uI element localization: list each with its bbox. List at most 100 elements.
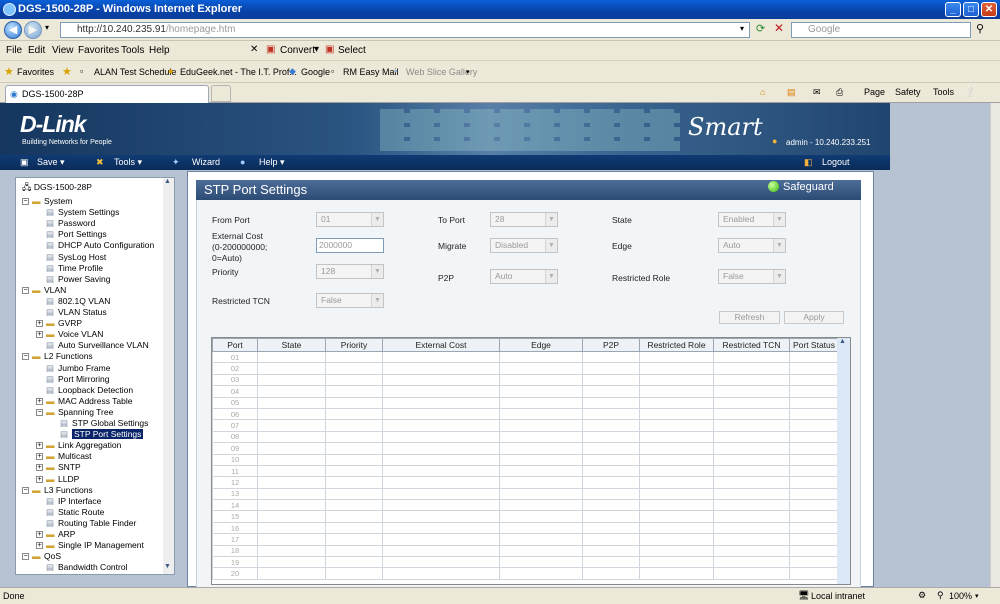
close-window-button[interactable]: ✕ (981, 2, 997, 17)
print-icon[interactable]: ⎙ (836, 87, 843, 98)
tree-item[interactable]: VLAN Status (58, 307, 107, 317)
collapse-icon[interactable]: − (22, 198, 29, 205)
tree-item[interactable]: Static Route (58, 507, 104, 517)
tree-item[interactable]: Port Mirroring (58, 374, 109, 384)
tree-item[interactable]: Power Saving (58, 274, 110, 284)
expand-icon[interactable]: + (36, 542, 43, 550)
external-cost-input[interactable]: 2000000 (316, 238, 384, 253)
select-button[interactable]: Select (338, 45, 366, 56)
tree-item[interactable]: L2 Functions (44, 351, 93, 361)
tree-item[interactable]: QoS (44, 551, 61, 561)
p2p-select[interactable]: Auto ▼ (490, 269, 558, 284)
tree-item[interactable]: Spanning Tree (58, 407, 113, 417)
logout-button[interactable]: Logout (822, 157, 850, 167)
add-favorite-icon[interactable]: ★ (62, 65, 72, 78)
tree-root[interactable]: 🖧 DGS-1500-28P (22, 182, 92, 196)
wizard-button[interactable]: Wizard (192, 157, 220, 167)
web-slice-dropdown-icon[interactable]: ▾ (466, 68, 470, 76)
address-input[interactable]: http://10.240.235.91/homepage.htm (60, 22, 750, 38)
close-toolbar-icon[interactable]: ✕ (250, 44, 258, 55)
help-icon[interactable]: ❔ (964, 87, 975, 98)
tree-item[interactable]: SNTP (58, 462, 81, 472)
tree-item[interactable]: Loopback Detection (58, 385, 133, 395)
read-mail-icon[interactable]: ✉ (813, 87, 821, 98)
safety-menu[interactable]: Safety (895, 87, 921, 97)
tree-item[interactable]: MAC Address Table (58, 396, 133, 406)
protected-mode-icon[interactable]: ⚙ (918, 590, 926, 601)
tree-item[interactable]: System (44, 196, 72, 206)
expand-icon[interactable]: + (36, 531, 43, 538)
home-icon[interactable]: ⌂ (760, 87, 765, 97)
tools-app-menu[interactable]: Tools ▾ (114, 157, 142, 168)
apply-button[interactable]: Apply (784, 311, 844, 324)
tree-item[interactable]: Port Settings (58, 229, 107, 239)
tools-menu[interactable]: Tools (933, 87, 954, 97)
favorite-link-3[interactable]: Google (301, 67, 330, 77)
tree-item[interactable]: Jumbo Frame (58, 363, 110, 373)
migrate-select[interactable]: Disabled ▼ (490, 238, 558, 253)
tree-item[interactable]: ARP (58, 529, 75, 539)
menu-favorites[interactable]: Favorites (78, 45, 119, 56)
menu-help[interactable]: Help (149, 45, 170, 56)
menu-view[interactable]: View (52, 45, 74, 56)
new-tab-button[interactable] (211, 85, 231, 102)
table-scrollbar[interactable]: ▲ (837, 338, 850, 584)
tree-item[interactable]: Auto Surveillance VLAN (58, 340, 149, 350)
collapse-icon[interactable]: − (22, 353, 29, 361)
tree-item[interactable]: VLAN (44, 285, 66, 295)
tree-item[interactable]: Link Aggregation (58, 440, 121, 450)
expand-icon[interactable]: + (36, 320, 43, 328)
edge-select[interactable]: Auto ▼ (718, 238, 786, 253)
collapse-icon[interactable]: − (36, 408, 43, 416)
tree-item[interactable]: GVRP (58, 318, 82, 328)
favorites-button[interactable]: Favorites (17, 67, 54, 77)
expand-icon[interactable]: + (36, 475, 43, 483)
tree-item[interactable]: 802.1Q VLAN (58, 296, 110, 306)
tree-item[interactable]: System Settings (58, 207, 119, 217)
from-port-select[interactable]: 01 ▼ (316, 212, 384, 227)
collapse-icon[interactable]: − (22, 553, 29, 561)
tree-scrollbar[interactable]: ▲ ▼ (163, 178, 174, 574)
tree-item[interactable]: DHCP Auto Configuration (58, 240, 154, 250)
page-menu[interactable]: Page (864, 87, 885, 97)
save-menu[interactable]: Save ▾ (37, 157, 65, 168)
menu-edit[interactable]: Edit (28, 45, 45, 56)
tree-item[interactable]: LLDP (58, 474, 79, 484)
zoom-level[interactable]: 100% (949, 591, 972, 601)
tree-item[interactable]: L3 Functions (44, 485, 93, 495)
menu-tools[interactable]: Tools (121, 45, 144, 56)
favorite-link-4[interactable]: RM Easy Mail (343, 67, 399, 77)
feeds-icon[interactable]: ▤ (787, 87, 796, 98)
priority-select[interactable]: 128 ▼ (316, 264, 384, 279)
refresh-button[interactable]: Refresh (719, 311, 780, 324)
convert-dropdown-icon[interactable]: ▾ (314, 44, 319, 55)
refresh-icon[interactable]: ⟳ (756, 22, 765, 35)
collapse-icon[interactable]: − (22, 486, 29, 494)
tree-item[interactable]: Routing Table Finder (58, 518, 136, 528)
tree-item[interactable]: Multicast (58, 451, 92, 461)
expand-icon[interactable]: + (36, 464, 43, 472)
table-scroll-up-icon[interactable]: ▲ (839, 338, 846, 345)
state-select[interactable]: Enabled ▼ (718, 212, 786, 227)
tree-item[interactable]: Single IP Management (58, 540, 144, 550)
address-dropdown-icon[interactable]: ▾ (740, 24, 744, 33)
tree-item[interactable]: IP Interface (58, 496, 101, 506)
search-input[interactable]: Google (791, 22, 971, 38)
expand-icon[interactable]: + (36, 331, 43, 339)
menu-file[interactable]: File (6, 45, 22, 56)
maximize-button[interactable]: □ (963, 2, 979, 17)
stop-icon[interactable]: ✕ (774, 21, 784, 35)
back-button[interactable]: ◀ (4, 21, 22, 39)
minimize-button[interactable]: _ (945, 2, 961, 17)
favorite-link-2[interactable]: EduGeek.net - The I.T. Prof... (180, 67, 297, 77)
favorite-link-1[interactable]: ALAN Test Schedule (94, 67, 176, 77)
collapse-icon[interactable]: − (22, 286, 29, 294)
tab-active[interactable]: ◉ DGS-1500-28P (5, 85, 209, 103)
tree-item[interactable]: STP Global Settings (72, 418, 148, 428)
tree-item[interactable]: Voice VLAN (58, 329, 103, 339)
search-icon[interactable]: ⚲ (976, 22, 984, 35)
tree-item[interactable]: Bandwidth Control (58, 562, 127, 572)
expand-icon[interactable]: + (36, 397, 43, 405)
tree-item[interactable]: Password (58, 218, 95, 228)
tree-scroll-down-icon[interactable]: ▼ (164, 563, 171, 570)
